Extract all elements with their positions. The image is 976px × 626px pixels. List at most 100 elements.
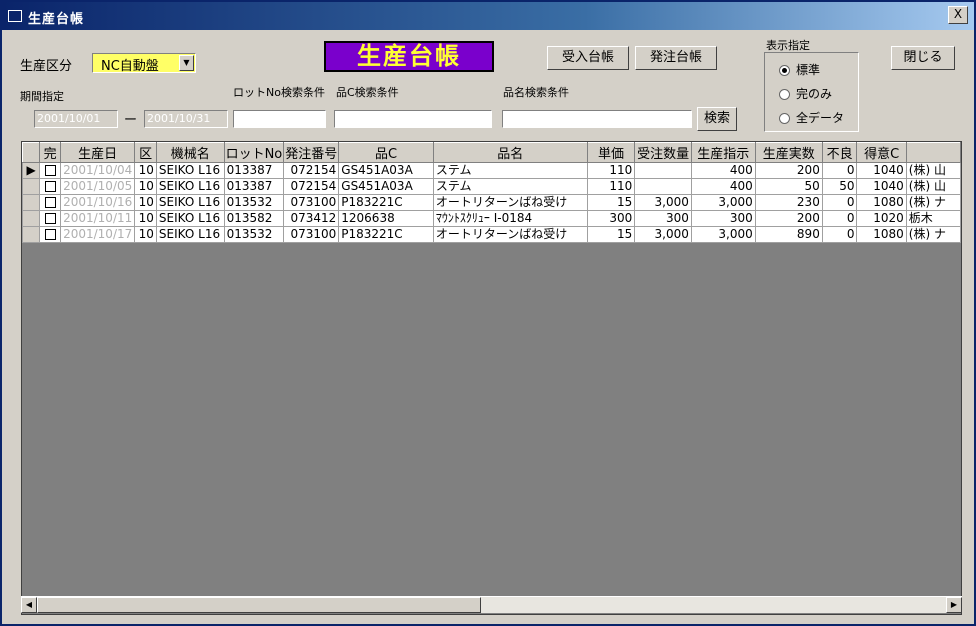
radio-completed-only[interactable]: 完のみ (779, 85, 832, 102)
cell-ku[interactable]: 10 (134, 210, 157, 227)
cell-actual[interactable]: 890 (754, 226, 823, 243)
cell-ku[interactable]: 10 (134, 194, 157, 211)
cell-ku[interactable]: 10 (134, 162, 157, 179)
col-header-lot[interactable]: ロットNo (223, 142, 285, 163)
col-header-customer-code[interactable]: 得意C (856, 142, 907, 163)
chevron-down-icon[interactable]: ▼ (179, 55, 194, 71)
cell-instruct[interactable]: 400 (690, 162, 756, 179)
close-button[interactable]: 閉じる (891, 46, 955, 70)
col-header-order-no[interactable]: 発注番号 (283, 142, 340, 163)
cell-order-no[interactable]: 073412 (283, 210, 340, 227)
cell-customer-code[interactable]: 1040 (856, 162, 907, 179)
cell-machine[interactable]: SEIKO L16 (155, 226, 225, 243)
cell-ku[interactable]: 10 (134, 178, 157, 195)
cell-lot[interactable]: 013387 (223, 178, 285, 195)
cell-instruct[interactable]: 300 (690, 210, 756, 227)
cell-machine[interactable]: SEIKO L16 (155, 210, 225, 227)
cell-date[interactable]: 2001/10/16 (60, 194, 136, 211)
cell-actual[interactable]: 50 (754, 178, 823, 195)
done-checkbox[interactable] (39, 226, 62, 243)
cell-unit-price[interactable]: 300 (586, 210, 636, 227)
col-header-customer[interactable] (905, 142, 961, 163)
table-row[interactable]: 2001/10/17 10 SEIKO L16 013532 073100 P1… (22, 226, 961, 243)
cell-defect[interactable]: 50 (821, 178, 858, 195)
current-row-arrow-icon[interactable]: ▶ (22, 162, 41, 179)
search-button[interactable]: 検索 (697, 107, 737, 131)
cell-lot[interactable]: 013582 (223, 210, 285, 227)
row-selector[interactable] (22, 210, 41, 227)
col-header-item-code[interactable]: 品C (338, 142, 434, 163)
cell-customer-code[interactable]: 1080 (856, 226, 907, 243)
lot-search-input[interactable] (233, 110, 326, 128)
cell-defect[interactable]: 0 (821, 194, 858, 211)
cell-customer[interactable]: (株) ナ (905, 226, 961, 243)
cell-lot[interactable]: 013387 (223, 162, 285, 179)
table-row[interactable]: ▶ 2001/10/04 10 SEIKO L16 013387 072154 … (22, 162, 961, 179)
cell-defect[interactable]: 0 (821, 210, 858, 227)
category-select[interactable]: NC自動盤 ▼ (92, 53, 196, 74)
cell-instruct[interactable]: 3,000 (690, 194, 756, 211)
cell-customer[interactable]: 栃木 (905, 210, 961, 227)
col-header-ku[interactable]: 区 (134, 142, 157, 163)
cell-item-code[interactable]: P183221C (338, 226, 434, 243)
col-header-done[interactable]: 完 (39, 142, 62, 163)
cell-actual[interactable]: 200 (754, 162, 823, 179)
cell-customer-code[interactable]: 1020 (856, 210, 907, 227)
row-selector[interactable] (22, 178, 41, 195)
col-header-actual[interactable]: 生産実数 (754, 142, 823, 163)
cell-customer-code[interactable]: 1040 (856, 178, 907, 195)
cell-ku[interactable]: 10 (134, 226, 157, 243)
cell-defect[interactable]: 0 (821, 162, 858, 179)
cell-actual[interactable]: 230 (754, 194, 823, 211)
cell-unit-price[interactable]: 15 (586, 194, 636, 211)
cell-customer[interactable]: (株) ナ (905, 194, 961, 211)
cell-order-no[interactable]: 073100 (283, 226, 340, 243)
cell-customer[interactable]: (株) 山 (905, 162, 961, 179)
radio-standard[interactable]: 標準 (779, 61, 820, 78)
cell-item-name[interactable]: ﾏｳﾝﾄｽｸﾘｭｰ I-0184 (432, 210, 588, 227)
cell-order-qty[interactable] (634, 162, 692, 179)
done-checkbox[interactable] (39, 178, 62, 195)
col-header-machine[interactable]: 機械名 (155, 142, 225, 163)
radio-all-data[interactable]: 全データ (779, 109, 844, 126)
col-header-unit-price[interactable]: 単価 (586, 142, 636, 163)
scroll-right-icon[interactable]: ▶ (946, 597, 962, 613)
table-row[interactable]: 2001/10/11 10 SEIKO L16 013582 073412 12… (22, 210, 961, 227)
cell-customer-code[interactable]: 1080 (856, 194, 907, 211)
cell-date[interactable]: 2001/10/05 (60, 178, 136, 195)
cell-item-code[interactable]: GS451A03A (338, 178, 434, 195)
cell-lot[interactable]: 013532 (223, 194, 285, 211)
done-checkbox[interactable] (39, 210, 62, 227)
cell-order-qty[interactable]: 3,000 (634, 194, 692, 211)
window-close-button[interactable]: X (948, 6, 968, 24)
cell-machine[interactable]: SEIKO L16 (155, 194, 225, 211)
cell-item-code[interactable]: 1206638 (338, 210, 434, 227)
col-header-date[interactable]: 生産日 (60, 142, 136, 163)
cell-order-qty[interactable] (634, 178, 692, 195)
col-header-order-qty[interactable]: 受注数量 (634, 142, 692, 163)
cell-instruct[interactable]: 3,000 (690, 226, 756, 243)
row-selector[interactable] (22, 194, 41, 211)
col-header-defect[interactable]: 不良 (821, 142, 858, 163)
item-name-search-input[interactable] (502, 110, 692, 128)
order-ledger-button[interactable]: 発注台帳 (635, 46, 717, 70)
cell-defect[interactable]: 0 (821, 226, 858, 243)
cell-item-name[interactable]: ステム (432, 178, 588, 195)
col-header-instruct[interactable]: 生産指示 (690, 142, 756, 163)
scroll-thumb[interactable] (37, 597, 481, 613)
row-selector[interactable] (22, 226, 41, 243)
cell-order-no[interactable]: 072154 (283, 162, 340, 179)
cell-lot[interactable]: 013532 (223, 226, 285, 243)
cell-order-no[interactable]: 073100 (283, 194, 340, 211)
cell-date[interactable]: 2001/10/17 (60, 226, 136, 243)
scroll-left-icon[interactable]: ◀ (21, 597, 37, 613)
cell-unit-price[interactable]: 15 (586, 226, 636, 243)
cell-item-name[interactable]: オートリターンばね受け (432, 226, 588, 243)
cell-item-code[interactable]: GS451A03A (338, 162, 434, 179)
done-checkbox[interactable] (39, 162, 62, 179)
cell-date[interactable]: 2001/10/11 (60, 210, 136, 227)
cell-unit-price[interactable]: 110 (586, 178, 636, 195)
cell-instruct[interactable]: 400 (690, 178, 756, 195)
cell-customer[interactable]: (株) 山 (905, 178, 961, 195)
cell-item-name[interactable]: オートリターンばね受け (432, 194, 588, 211)
